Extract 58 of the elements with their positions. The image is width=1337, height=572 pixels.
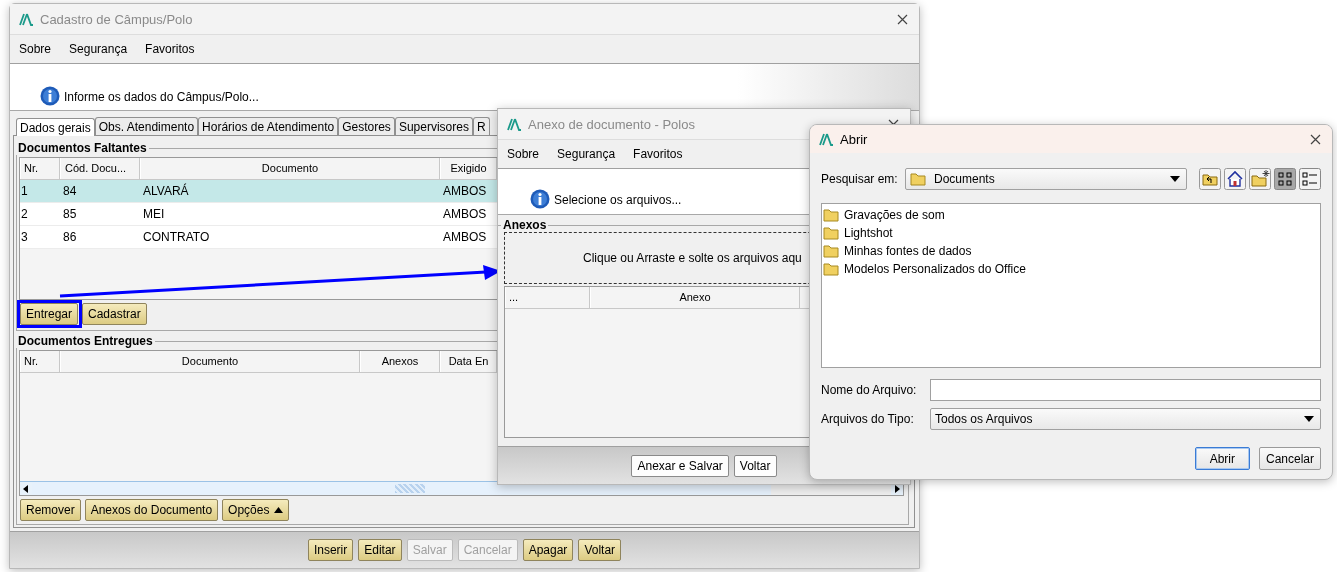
table-cell-text: 2 [20,206,29,223]
table-cell-text: AMBOS [442,206,488,223]
column-header[interactable]: Documento [140,158,440,179]
tab[interactable]: R [472,117,490,135]
field-label: Nome do Arquivo: [821,383,918,397]
window-title: Anexo de documento - Polos [528,116,695,132]
menu-item[interactable]: Favoritos [633,147,683,161]
tab[interactable]: Obs. Atendimento [94,117,199,135]
column-header[interactable]: Documento [60,351,360,372]
action-button[interactable]: Voltar [578,539,622,561]
action-button[interactable]: Inserir [307,539,354,561]
action-button[interactable]: Apagar [522,539,574,561]
window-title: Abrir [840,131,868,147]
action-button[interactable]: Entregar [20,303,79,325]
column-header[interactable]: Anexo [590,287,800,308]
table-cell-text: 86 [62,229,78,246]
column-header[interactable]: Nr. [20,158,60,179]
column-header[interactable]: Nr. [20,351,60,372]
menu-item[interactable]: Segurança [69,42,128,56]
menu-button[interactable]: Opções [222,499,290,521]
table-cell-text: 3 [20,229,29,246]
action-button[interactable]: Remover [20,499,81,521]
dropdown-value: Todos os Arquivos [935,411,1034,426]
menu-item[interactable]: Segurança [557,147,616,161]
table-cell-text: 84 [62,183,78,200]
menu-item[interactable]: Sobre [507,147,540,161]
tab[interactable]: Horários de Atendimento [198,117,339,135]
dropdown-value: Documents [934,172,996,186]
tab[interactable]: Gestores [338,117,395,135]
group-title: Documentos Faltantes [17,141,148,155]
info-message: Informe os dados do Câmpus/Polo... [64,90,259,104]
table-cell-text: MEI [142,206,166,223]
tab[interactable]: Dados gerais [16,118,95,136]
table-cell-text: 85 [62,206,78,223]
dialog-button[interactable]: Cancelar [1258,447,1321,470]
folder-dropdown[interactable]: Documents [905,168,1187,190]
action-button[interactable]: Anexar e Salvar [631,454,729,477]
button-label: Opções [228,503,270,517]
menu-item[interactable]: Sobre [19,42,52,56]
column-header[interactable]: ... [505,287,590,308]
column-header[interactable]: Cód. Docu... [60,158,140,179]
action-button[interactable]: Cadastrar [82,303,147,325]
table-cell-text: ALVARÁ [142,182,190,200]
menu-item[interactable]: Favoritos [145,42,195,56]
column-header[interactable]: Anexos [360,351,440,372]
table-cell-text: 1 [20,183,29,200]
file-type-dropdown[interactable]: Todos os Arquivos [930,407,1321,430]
table-cell-text: AMBOS [442,229,488,246]
action-button[interactable]: Anexos do Documento [84,499,219,521]
dialog-button[interactable]: Abrir [1194,447,1250,470]
table-cell-text: AMBOS [442,183,488,200]
action-button[interactable]: Editar [358,539,402,561]
action-button[interactable]: Voltar [733,454,777,477]
field-label: Arquivos do Tipo: [821,411,915,426]
tab[interactable]: Supervisores [394,117,473,135]
table-cell-text: CONTRATO [142,229,211,246]
group-title: Documentos Entregues [17,334,154,348]
window-title: Cadastro de Câmpus/Polo [40,11,193,27]
